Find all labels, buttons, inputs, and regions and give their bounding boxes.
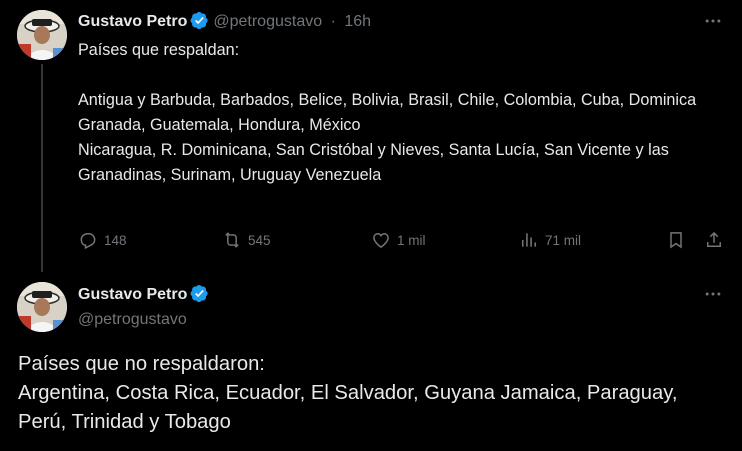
repost-count: 545 — [248, 232, 271, 248]
tweet-line: Antigua y Barbuda, Barbados, Belice, Bol… — [78, 91, 697, 109]
views-button[interactable]: 71 mil — [519, 229, 581, 251]
more-horizontal-icon[interactable] — [703, 284, 723, 304]
tweet-line: Granada, Guatemala, Hondura, México — [78, 116, 361, 134]
avatar-photo — [17, 282, 67, 332]
tweet-action-bar: 148 545 1 mil 71 mil — [78, 229, 726, 251]
avatar[interactable] — [17, 282, 67, 332]
bookmark-icon — [670, 232, 682, 249]
views-chart-icon — [521, 233, 537, 247]
verified-badge-icon — [190, 284, 208, 303]
tweet-line: Nicaragua, R. Dominicana, San Cristóbal … — [78, 141, 669, 184]
tweet-text: Países que no respaldaron: Argentina, Co… — [18, 350, 730, 437]
repost-button[interactable]: 545 — [222, 229, 271, 251]
tweet-line: Países que respaldan: — [78, 41, 240, 59]
author-handle[interactable]: @petrogustavo — [213, 13, 322, 30]
author-name[interactable]: Gustavo Petro — [78, 286, 187, 303]
tweet-line: Argentina, Costa Rica, Ecuador, El Salva… — [18, 382, 678, 433]
separator-dot: · — [330, 13, 336, 30]
bookmark-button[interactable] — [666, 229, 692, 251]
reply-icon — [80, 233, 96, 250]
more-horizontal-icon[interactable] — [703, 11, 723, 31]
tweet-line: Países que no respaldaron: — [18, 353, 265, 375]
tweet-header: Gustavo Petro @petrogustavo · 16h — [78, 11, 371, 33]
tweet-header: Gustavo Petro @petrogustavo — [78, 284, 209, 331]
avatar-photo — [17, 10, 67, 60]
reply-count: 148 — [104, 232, 127, 248]
thread-connector-line — [41, 64, 43, 272]
repost-icon — [225, 232, 239, 248]
tweet-timestamp[interactable]: 16h — [344, 13, 371, 30]
like-count: 1 mil — [397, 232, 426, 248]
share-button[interactable] — [704, 229, 730, 251]
share-icon — [707, 231, 721, 247]
tweet-blank-line — [78, 63, 734, 88]
like-button[interactable]: 1 mil — [371, 229, 426, 251]
avatar[interactable] — [17, 10, 67, 60]
author-handle[interactable]: @petrogustavo — [78, 309, 209, 331]
reply-button[interactable]: 148 — [78, 229, 127, 251]
author-name[interactable]: Gustavo Petro — [78, 13, 187, 30]
verified-badge-icon — [190, 11, 208, 30]
heart-icon — [373, 232, 389, 248]
tweet-text: Países que respaldan: Antigua y Barbuda,… — [78, 38, 734, 188]
views-count: 71 mil — [545, 232, 582, 248]
